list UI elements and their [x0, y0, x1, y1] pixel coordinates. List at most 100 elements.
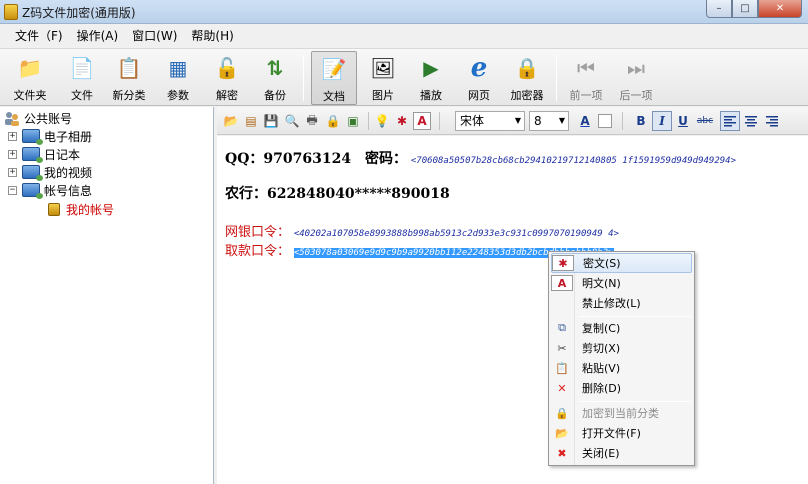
decrypt-button[interactable]: 🔓 解密 [206, 51, 248, 105]
file-button[interactable]: 📄 文件 [62, 51, 102, 105]
document-editor[interactable]: QQ：970763124 密码： <70608a50507b28cb68cb29… [217, 136, 808, 484]
app-lock-icon [4, 4, 18, 20]
backup-icon: ⇅ [266, 56, 284, 80]
next-button[interactable]: ⏭ 后一项 [614, 51, 658, 105]
webpage-button[interactable]: e 网页 [459, 51, 499, 105]
menu-ciphertext[interactable]: ✱ 密文(S) [551, 253, 692, 273]
menu-window[interactable]: 窗口(W) [125, 24, 184, 48]
expand-icon[interactable]: + [8, 131, 17, 141]
group-icon [22, 129, 43, 145]
menu-bar: 文件（F) 操作(A) 窗口(W) 帮助(H) [0, 24, 808, 48]
image-insert-icon[interactable]: ▣ [344, 112, 362, 130]
folder-icon: 📁 [17, 56, 43, 80]
menu-help[interactable]: 帮助(H) [184, 24, 240, 48]
menu-close[interactable]: ✖ 关闭(E) [551, 443, 692, 463]
picture-button[interactable]: 🖼 图片 [363, 51, 403, 105]
tree-item-my-videos[interactable]: + 我的视频 [8, 163, 92, 181]
tree-item-my-account[interactable]: 我的帐号 [48, 200, 114, 218]
strikethrough-button[interactable]: abc [695, 111, 715, 131]
expand-icon[interactable]: + [8, 167, 17, 177]
encrypt-lock-icon: 🔒 [555, 406, 569, 420]
menu-open-file[interactable]: 📂 打开文件(F) [551, 423, 692, 443]
group-icon [22, 147, 43, 163]
netbank-password-hash[interactable]: <40202a107058e8993888b998ab5913c2d933e3c… [294, 229, 619, 239]
menu-delete[interactable]: ✕ 删除(D) [551, 378, 692, 398]
tree-item-root[interactable]: 公共账号 [4, 109, 72, 127]
close-button[interactable]: ✕ [758, 0, 802, 18]
lock-icon [48, 202, 60, 216]
open-icon[interactable]: 📂 [222, 112, 240, 130]
bank-account-label: 农行：622848040*****890018 [225, 186, 450, 202]
parameters-button[interactable]: ▦ 参数 [158, 51, 198, 105]
maximize-button[interactable]: □ [732, 0, 758, 18]
group-icon [22, 183, 43, 199]
minimize-button[interactable]: – [706, 0, 732, 18]
font-size-select[interactable]: 8 ▼ [529, 111, 569, 131]
backup-button[interactable]: ⇅ 备份 [254, 51, 296, 105]
align-center-icon [745, 115, 757, 126]
align-left-button[interactable] [720, 111, 740, 131]
qq-password-hash[interactable]: <70608a50507b28cb68cb29410219712140805 1… [411, 156, 736, 166]
new-category-button[interactable]: 📋 新分类 [108, 51, 150, 105]
menu-file[interactable]: 文件（F) [8, 24, 70, 48]
paste-icon: 📋 [555, 361, 569, 375]
bold-button[interactable]: B [631, 111, 651, 131]
tree-item-account-info[interactable]: − 帐号信息 [8, 181, 92, 199]
context-menu: ✱ 密文(S) A 明文(N) 禁止修改(L) ⧉ 复制(C) ✂ 剪切(X) … [548, 251, 695, 466]
align-center-button[interactable] [741, 111, 761, 131]
align-right-button[interactable] [762, 111, 782, 131]
category-tree: 公共账号 + 电子相册 + 日记本 + 我的视频 − 帐号信息 我的帐号 [0, 107, 214, 484]
ciphertext-icon: ✱ [552, 255, 574, 271]
webpage-icon: e [470, 53, 488, 83]
decrypt-lock-icon: 🔓 [214, 56, 240, 80]
underline-button[interactable]: U [673, 111, 693, 131]
main-toolbar: 📁 文件夹 📄 文件 📋 新分类 ▦ 参数 🔓 解密 ⇅ 备份 📝 文档 🖼 图… [0, 48, 808, 106]
collapse-icon[interactable]: − [8, 185, 17, 195]
bulb-icon[interactable]: 💡 [373, 112, 391, 130]
menu-read-only[interactable]: 禁止修改(L) [551, 293, 692, 313]
open-recent-icon[interactable]: ▤ [242, 112, 260, 130]
delete-icon: ✕ [557, 381, 567, 395]
menu-copy[interactable]: ⧉ 复制(C) [551, 318, 692, 338]
file-icon: 📄 [69, 56, 95, 80]
open-folder-icon: 📂 [555, 426, 569, 440]
save-icon[interactable]: 💾 [262, 112, 280, 130]
editor-toolbar: 📂 ▤ 💾 🔍 🖶 🔒 ▣ 💡 ✱ A 宋体 ▼ 8 ▼ A B I U abc [217, 107, 808, 135]
plaintext-icon: A [551, 275, 573, 291]
expand-icon[interactable]: + [8, 149, 17, 159]
copy-icon: ⧉ [558, 321, 566, 334]
play-icon: ▶ [423, 56, 439, 80]
group-icon [22, 165, 43, 181]
print-icon[interactable]: 🖶 [303, 112, 321, 130]
encryptor-button[interactable]: 🔒 加密器 [507, 51, 547, 105]
previous-button[interactable]: ⏮ 前一项 [564, 51, 608, 105]
menu-cut[interactable]: ✂ 剪切(X) [551, 338, 692, 358]
encryptor-lock-icon: 🔒 [514, 56, 540, 80]
play-button[interactable]: ▶ 播放 [411, 51, 451, 105]
withdraw-password-label: 取款口令： [225, 244, 291, 259]
tree-item-photo-album[interactable]: + 电子相册 [8, 127, 92, 145]
plaintext-icon[interactable]: A [413, 112, 431, 130]
people-icon [4, 111, 20, 126]
tree-root-label: 公共账号 [24, 111, 73, 126]
cut-icon: ✂ [557, 341, 567, 355]
align-right-icon [766, 115, 778, 126]
font-family-select[interactable]: 宋体 ▼ [455, 111, 525, 131]
print-preview-icon[interactable]: 🔍 [283, 112, 301, 130]
menu-plaintext[interactable]: A 明文(N) [551, 273, 692, 293]
menu-action[interactable]: 操作(A) [70, 24, 126, 48]
picture-icon: 🖼 [370, 56, 396, 80]
cipher-icon[interactable]: ✱ [393, 112, 411, 130]
document-button[interactable]: 📝 文档 [311, 51, 357, 105]
document-icon: 📝 [321, 57, 347, 81]
background-color-swatch[interactable] [598, 114, 612, 128]
text-color-button[interactable]: A [575, 111, 595, 131]
italic-button[interactable]: I [652, 111, 672, 131]
lock-disabled-icon[interactable]: 🔒 [324, 112, 342, 130]
tree-item-diary[interactable]: + 日记本 [8, 145, 80, 163]
align-left-icon [724, 115, 736, 126]
folder-button[interactable]: 📁 文件夹 [8, 51, 52, 105]
menu-paste[interactable]: 📋 粘贴(V) [551, 358, 692, 378]
netbank-password-label: 网银口令： [225, 225, 291, 240]
menu-encrypt-to-category[interactable]: 🔒 加密到当前分类 [551, 403, 692, 423]
